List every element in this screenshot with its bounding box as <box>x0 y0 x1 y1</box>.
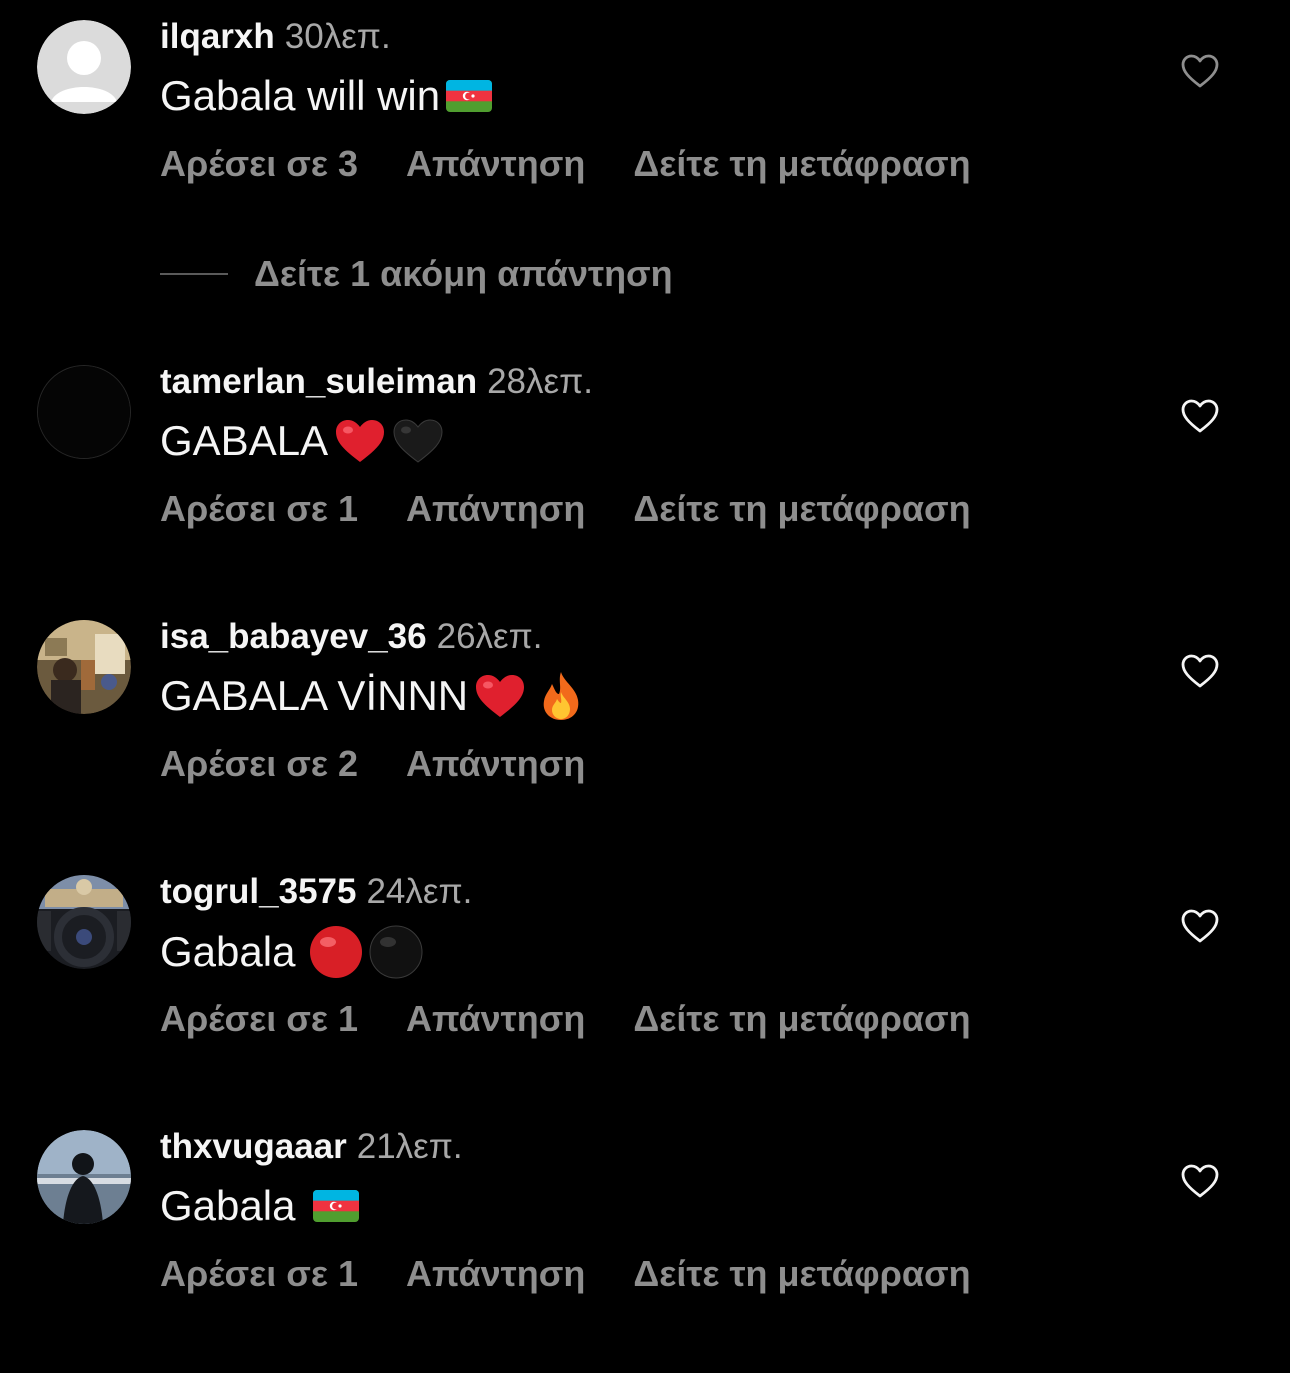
comment-header: togrul_3575 24λεπ. <box>160 872 472 912</box>
azerbaijan-flag-emoji <box>446 80 493 112</box>
photo-avatar[interactable] <box>37 620 131 714</box>
car-photo-avatar[interactable] <box>37 875 131 969</box>
timestamp: 30λεπ. <box>284 17 391 56</box>
likes-count[interactable]: Αρέσει σε 1 <box>160 487 358 531</box>
red-circle-emoji <box>309 925 363 979</box>
username[interactable]: isa_babayev_36 <box>160 617 427 656</box>
comment-item: togrul_3575 24λεπ. Gabala Αρέσει σε 1 Απάν… <box>0 855 1290 1055</box>
comment-header: ilqarxh 30λεπ. <box>160 17 391 57</box>
timestamp: 28λεπ. <box>487 362 593 401</box>
username[interactable]: thxvugaaar <box>160 1127 347 1166</box>
black-circle-emoji <box>369 925 423 979</box>
timestamp: 24λεπ. <box>366 872 473 911</box>
comment-header: tamerlan_suleiman 28λεπ. <box>160 362 593 402</box>
reply-button[interactable]: Απάντηση <box>406 487 585 531</box>
comment-item: isa_babayev_36 26λεπ. GABALA VİNNN Αρέσει… <box>0 600 1290 800</box>
timestamp: 21λεπ. <box>356 1127 463 1166</box>
comment-body: GABALA <box>160 417 329 464</box>
heart-outline-icon[interactable] <box>1180 1162 1220 1202</box>
comment-text: Gabala will win <box>160 70 493 122</box>
person-photo-avatar[interactable] <box>37 1130 131 1224</box>
comment-text: Gabala <box>160 1180 360 1232</box>
comment-text: Gabala <box>160 925 423 979</box>
black-heart-emoji <box>392 417 444 465</box>
comment-actions: Αρέσει σε 2 Απάντηση <box>160 742 633 786</box>
see-translation-button[interactable]: Δείτε τη μετάφραση <box>633 487 970 531</box>
heart-outline-icon[interactable] <box>1180 52 1220 92</box>
comment-header: thxvugaaar 21λεπ. <box>160 1127 463 1167</box>
comment-actions: Αρέσει σε 1 Απάντηση Δείτε τη μετάφραση <box>160 1252 1019 1296</box>
azerbaijan-flag-emoji <box>313 1190 360 1222</box>
comment-text: GABALA <box>160 415 444 467</box>
fire-emoji <box>538 670 584 722</box>
see-translation-button[interactable]: Δείτε τη μετάφραση <box>633 997 970 1041</box>
more-replies-label: Δείτε 1 ακόμη απάντηση <box>254 253 673 294</box>
username[interactable]: ilqarxh <box>160 17 275 56</box>
comment-actions: Αρέσει σε 3 Απάντηση Δείτε τη μετάφραση <box>160 142 1019 186</box>
comment-body: Gabala <box>160 928 296 975</box>
reply-button[interactable]: Απάντηση <box>406 1252 585 1296</box>
view-more-replies-button[interactable]: Δείτε 1 ακόμη απάντηση <box>160 252 673 296</box>
see-translation-button[interactable]: Δείτε τη μετάφραση <box>633 142 970 186</box>
comment-body: GABALA VİNNN <box>160 672 469 719</box>
reply-button[interactable]: Απάντηση <box>406 142 585 186</box>
heart-outline-icon[interactable] <box>1180 397 1220 437</box>
likes-count[interactable]: Αρέσει σε 1 <box>160 1252 358 1296</box>
see-translation-button[interactable]: Δείτε τη μετάφραση <box>633 1252 970 1296</box>
reply-button[interactable]: Απάντηση <box>406 997 585 1041</box>
default-avatar-icon[interactable] <box>37 20 131 114</box>
reply-button[interactable]: Απάντηση <box>406 742 585 786</box>
red-heart-emoji <box>334 417 386 465</box>
red-heart-emoji <box>474 672 526 720</box>
comment-actions: Αρέσει σε 1 Απάντηση Δείτε τη μετάφραση <box>160 487 1019 531</box>
username[interactable]: togrul_3575 <box>160 872 356 911</box>
comment-item: ilqarxh 30λεπ. Gabala will win Αρέσει σε … <box>0 0 1290 200</box>
username[interactable]: tamerlan_suleiman <box>160 362 477 401</box>
comment-item: thxvugaaar 21λεπ. Gabala Αρέσει σε 1 Απάντ… <box>0 1110 1290 1310</box>
dark-avatar[interactable] <box>37 365 131 459</box>
comment-body: Gabala <box>160 1182 296 1229</box>
heart-outline-icon[interactable] <box>1180 652 1220 692</box>
divider-line <box>160 273 228 275</box>
likes-count[interactable]: Αρέσει σε 3 <box>160 142 358 186</box>
timestamp: 26λεπ. <box>436 617 543 656</box>
comment-header: isa_babayev_36 26λεπ. <box>160 617 543 657</box>
comment-actions: Αρέσει σε 1 Απάντηση Δείτε τη μετάφραση <box>160 997 1019 1041</box>
likes-count[interactable]: Αρέσει σε 1 <box>160 997 358 1041</box>
likes-count[interactable]: Αρέσει σε 2 <box>160 742 358 786</box>
comment-body: Gabala will win <box>160 72 441 119</box>
comment-text: GABALA VİNNN <box>160 670 584 722</box>
heart-outline-icon[interactable] <box>1180 907 1220 947</box>
comment-item: tamerlan_suleiman 28λεπ. GABALA Αρέσει σε… <box>0 345 1290 545</box>
